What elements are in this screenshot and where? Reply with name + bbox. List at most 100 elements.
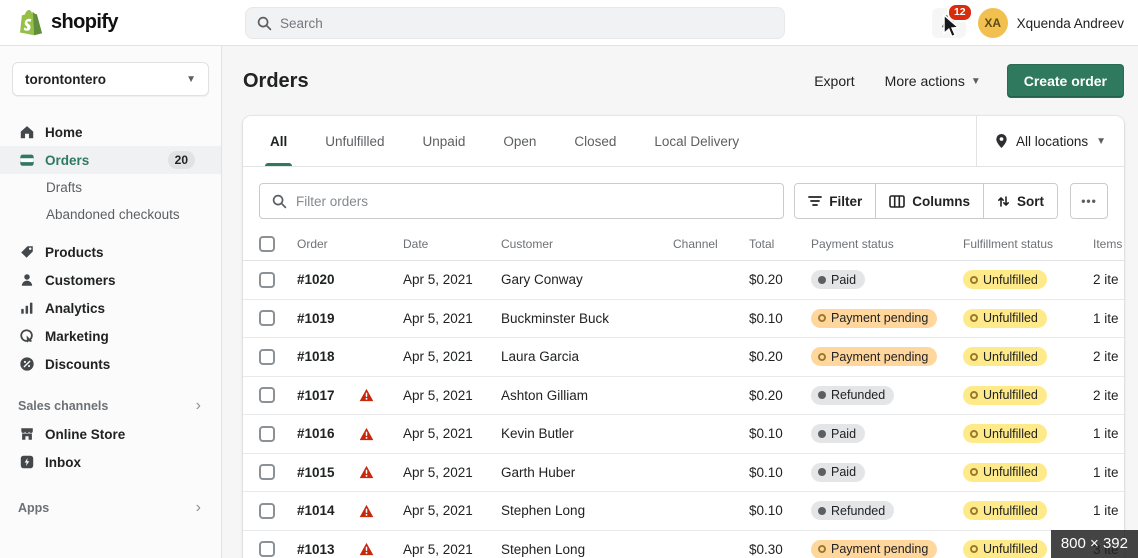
sidebar-item-products[interactable]: Products xyxy=(0,238,221,266)
sort-button[interactable]: Sort xyxy=(984,184,1057,218)
tab-unfulfilled[interactable]: Unfulfilled xyxy=(306,116,403,166)
location-selector-label: All locations xyxy=(1016,133,1089,149)
select-all-checkbox[interactable] xyxy=(259,236,275,252)
filter-orders-field[interactable] xyxy=(259,183,785,219)
tab-closed[interactable]: Closed xyxy=(555,116,635,166)
fulfillment-status-badge: Unfulfilled xyxy=(963,462,1047,482)
row-checkbox[interactable] xyxy=(259,310,275,327)
sidebar-item-marketing[interactable]: Marketing xyxy=(0,322,221,350)
status-dot-icon xyxy=(818,468,826,477)
order-total: $0.20 xyxy=(749,349,783,365)
sidebar-item-inbox[interactable]: Inbox xyxy=(0,448,221,476)
status-dot-icon xyxy=(970,468,978,477)
warning-cell xyxy=(359,427,403,441)
location-selector[interactable]: All locations ▼ xyxy=(976,116,1124,166)
order-row[interactable]: #1014 Apr 5, 2021 Stephen Long $0.10 Ref… xyxy=(243,492,1124,531)
create-order-button[interactable]: Create order xyxy=(1006,64,1124,98)
order-row[interactable]: #1018 Apr 5, 2021 Laura Garcia $0.20 Pay… xyxy=(243,338,1124,377)
order-row[interactable]: #1016 Apr 5, 2021 Kevin Butler $0.10 Pai… xyxy=(243,415,1124,454)
more-options-button[interactable]: ••• xyxy=(1070,183,1108,219)
sidebar-item-label: Marketing xyxy=(45,328,109,344)
sidebar-item-orders[interactable]: Orders 20 xyxy=(0,146,221,174)
global-search[interactable] xyxy=(245,7,785,39)
section-label: Sales channels xyxy=(18,399,109,413)
order-number[interactable]: #1016 xyxy=(297,426,359,441)
order-number[interactable]: #1013 xyxy=(297,542,359,557)
order-customer: Laura Garcia xyxy=(501,349,580,365)
warning-cell xyxy=(359,542,403,556)
orders-card: All Unfulfilled Unpaid Open Closed Local… xyxy=(243,116,1124,558)
row-checkbox[interactable] xyxy=(259,387,275,404)
shopify-bag-icon xyxy=(20,9,42,35)
column-header-fulfillment-status[interactable]: Fulfillment status xyxy=(963,237,1093,251)
order-row[interactable]: #1020 Apr 5, 2021 Gary Conway $0.20 Paid… xyxy=(243,261,1124,300)
order-number[interactable]: #1014 xyxy=(297,503,359,518)
row-checkbox[interactable] xyxy=(259,348,275,365)
order-date: Apr 5, 2021 xyxy=(403,464,473,480)
chevron-right-icon: › xyxy=(195,397,201,414)
order-row[interactable]: #1015 Apr 5, 2021 Garth Huber $0.10 Paid… xyxy=(243,453,1124,492)
global-search-input[interactable] xyxy=(280,15,773,31)
sidebar-item-label: Drafts xyxy=(46,180,83,195)
sidebar-item-online-store[interactable]: Online Store xyxy=(0,420,221,448)
order-number[interactable]: #1019 xyxy=(297,311,359,326)
order-number[interactable]: #1018 xyxy=(297,349,359,364)
shopify-logo[interactable]: shopify xyxy=(18,9,119,37)
shopify-wordmark: shopify xyxy=(51,11,119,33)
status-dot-icon xyxy=(818,545,826,554)
fulfillment-status-badge: Unfulfilled xyxy=(963,347,1047,367)
row-checkbox[interactable] xyxy=(259,464,275,481)
fulfillment-status-badge: Unfulfilled xyxy=(963,539,1047,558)
user-menu[interactable]: XA Xquenda Andreev xyxy=(977,8,1124,38)
status-dot-icon xyxy=(818,275,826,284)
row-checkbox[interactable] xyxy=(259,502,275,519)
tab-all[interactable]: All xyxy=(251,116,306,166)
column-header-items[interactable]: Items xyxy=(1093,237,1122,251)
sidebar-item-label: Inbox xyxy=(45,454,81,470)
sidebar-item-analytics[interactable]: Analytics xyxy=(0,294,221,322)
filter-button[interactable]: Filter xyxy=(795,184,877,218)
export-button[interactable]: Export xyxy=(802,66,866,96)
sidebar: torontontero ▼ Home Orders 20 Drafts Aba… xyxy=(0,46,222,558)
home-icon xyxy=(18,124,35,140)
order-total: $0.30 xyxy=(749,541,783,557)
sidebar-item-home[interactable]: Home xyxy=(0,118,221,146)
status-dot-icon xyxy=(818,391,826,400)
columns-button[interactable]: Columns xyxy=(876,184,984,218)
row-checkbox[interactable] xyxy=(259,425,275,442)
apps-section[interactable]: Apps › xyxy=(0,500,221,516)
order-row[interactable]: #1013 Apr 5, 2021 Stephen Long $0.30 Pay… xyxy=(243,530,1124,558)
column-header-date[interactable]: Date xyxy=(403,237,501,251)
tab-open[interactable]: Open xyxy=(484,116,555,166)
notifications-button[interactable]: 12 xyxy=(931,3,973,38)
order-number[interactable]: #1015 xyxy=(297,465,359,480)
sidebar-item-abandoned-checkouts[interactable]: Abandoned checkouts xyxy=(0,201,221,228)
status-dot-icon xyxy=(818,429,826,438)
tab-local-delivery[interactable]: Local Delivery xyxy=(635,116,758,166)
sidebar-item-label: Discounts xyxy=(45,356,111,372)
sales-channels-section[interactable]: Sales channels › xyxy=(0,398,221,414)
fulfillment-status-badge: Unfulfilled xyxy=(963,424,1047,444)
store-selector[interactable]: torontontero ▼ xyxy=(12,62,209,96)
order-row[interactable]: #1019 Apr 5, 2021 Buckminster Buck $0.10… xyxy=(243,299,1124,338)
status-dot-icon xyxy=(970,545,978,554)
column-header-customer[interactable]: Customer xyxy=(501,237,673,251)
order-number[interactable]: #1020 xyxy=(297,272,359,287)
payment-status-badge: Refunded xyxy=(811,501,895,521)
more-actions-button[interactable]: More actions ▼ xyxy=(873,66,993,96)
row-checkbox[interactable] xyxy=(259,271,275,288)
sidebar-item-discounts[interactable]: Discounts xyxy=(0,350,221,378)
tab-unpaid[interactable]: Unpaid xyxy=(404,116,485,166)
column-header-payment-status[interactable]: Payment status xyxy=(811,237,963,251)
payment-status-cell: Payment pending xyxy=(811,308,963,328)
sidebar-item-drafts[interactable]: Drafts xyxy=(0,174,221,201)
row-checkbox[interactable] xyxy=(259,541,275,558)
order-number[interactable]: #1017 xyxy=(297,388,359,403)
column-header-order[interactable]: Order xyxy=(297,237,359,251)
column-header-channel[interactable]: Channel xyxy=(673,237,749,251)
sidebar-item-customers[interactable]: Customers xyxy=(0,266,221,294)
filter-orders-input[interactable] xyxy=(296,193,772,209)
order-row[interactable]: #1017 Apr 5, 2021 Ashton Gilliam $0.20 R… xyxy=(243,376,1124,415)
orders-icon xyxy=(18,152,35,168)
column-header-total[interactable]: Total xyxy=(749,237,811,251)
